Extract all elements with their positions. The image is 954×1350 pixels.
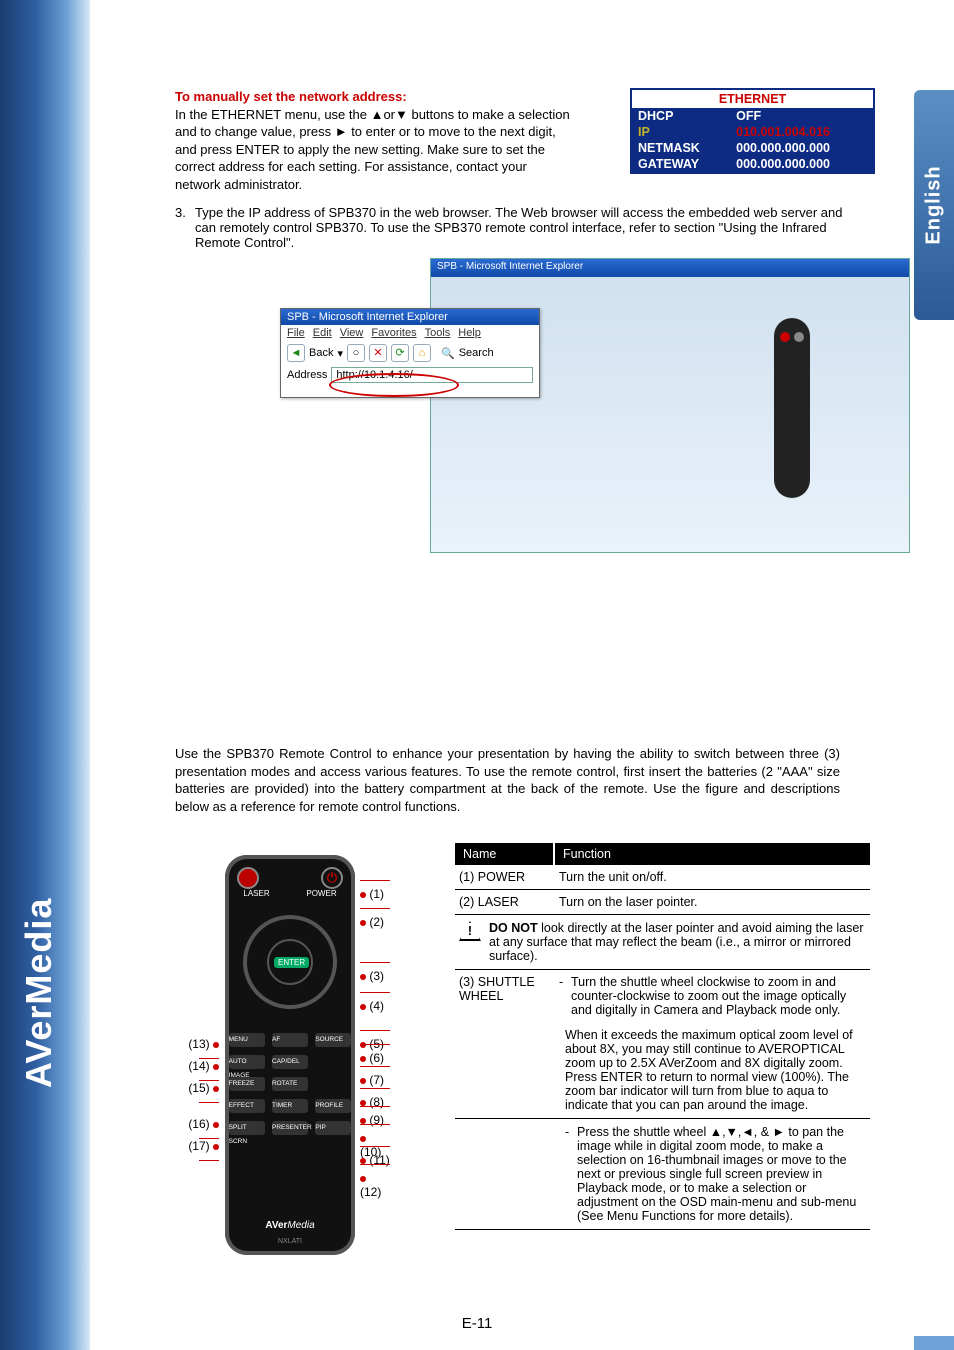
remote-function-table: Name Function (1) POWER Turn the unit on… [455,843,870,1230]
address-label: Address [287,369,327,381]
remote-thumbnail-icon [774,318,810,498]
step-3: 3. Type the IP address of SPB370 in the … [175,205,855,250]
refresh-icon[interactable]: ⟳ [391,344,409,362]
laser-warning-row: DO NOT look directly at the laser pointe… [455,915,870,970]
table-row: (3) SHUTTLE WHEEL -Turn the shuttle whee… [455,970,870,1022]
language-tab: English [914,90,954,320]
ie-popup-title: SPB - Microsoft Internet Explorer [281,309,539,325]
ethernet-settings-table: ETHERNET DHCPOFF IP010.001.004.016 NETMA… [630,88,875,174]
table-row: (2) LASER Turn on the laser pointer. [455,890,870,915]
remote-control-intro: Use the SPB370 Remote Control to enhance… [175,745,840,815]
warning-icon [459,921,481,941]
home-icon[interactable]: ⌂ [413,344,431,362]
table-header-function: Function [555,843,870,865]
manual-network-paragraph: To manually set the network address: In … [175,88,575,193]
table-row: (1) POWER Turn the unit on/off. [455,865,870,890]
sidebar-brand: AVerMedia [18,898,60,1088]
remote-control-diagram: ⏻ LASER POWER MENUAFSOURCE AUTO IMAGECAP… [225,855,385,1255]
table-header-name: Name [455,843,555,865]
stop-icon[interactable]: ✕ [369,344,387,362]
laser-warning-text: look directly at the laser pointer and a… [489,921,864,963]
ethernet-table-title: ETHERNET [632,90,873,108]
shuttle-note-c: -Press the shuttle wheel ▲,▼,◄, & ► to p… [455,1119,870,1230]
url-highlight-oval [329,373,459,397]
manual-network-heading: To manually set the network address: [175,89,407,104]
ie-toolbar[interactable]: ◄ Back ▾ ○ ✕ ⟳ ⌂ 🔍Search [281,341,539,365]
shuttle-wheel-icon [243,915,337,1009]
laser-button-icon [237,867,259,889]
ie-window-titlebar: SPB - Microsoft Internet Explorer [431,259,909,277]
shuttle-note-b: When it exceeds the maximum optical zoom… [455,1022,870,1119]
browser-screenshot-figure: SPB - Microsoft Internet Explorer SPB - … [430,258,910,553]
power-button-icon: ⏻ [321,867,343,889]
ie-popup: SPB - Microsoft Internet Explorer FileEd… [280,308,540,398]
forward-icon[interactable]: ○ [347,344,365,362]
ie-menu-bar[interactable]: FileEditViewFavoritesToolsHelp [281,325,539,341]
page-number: E-11 [462,1315,493,1332]
back-icon[interactable]: ◄ [287,344,305,362]
